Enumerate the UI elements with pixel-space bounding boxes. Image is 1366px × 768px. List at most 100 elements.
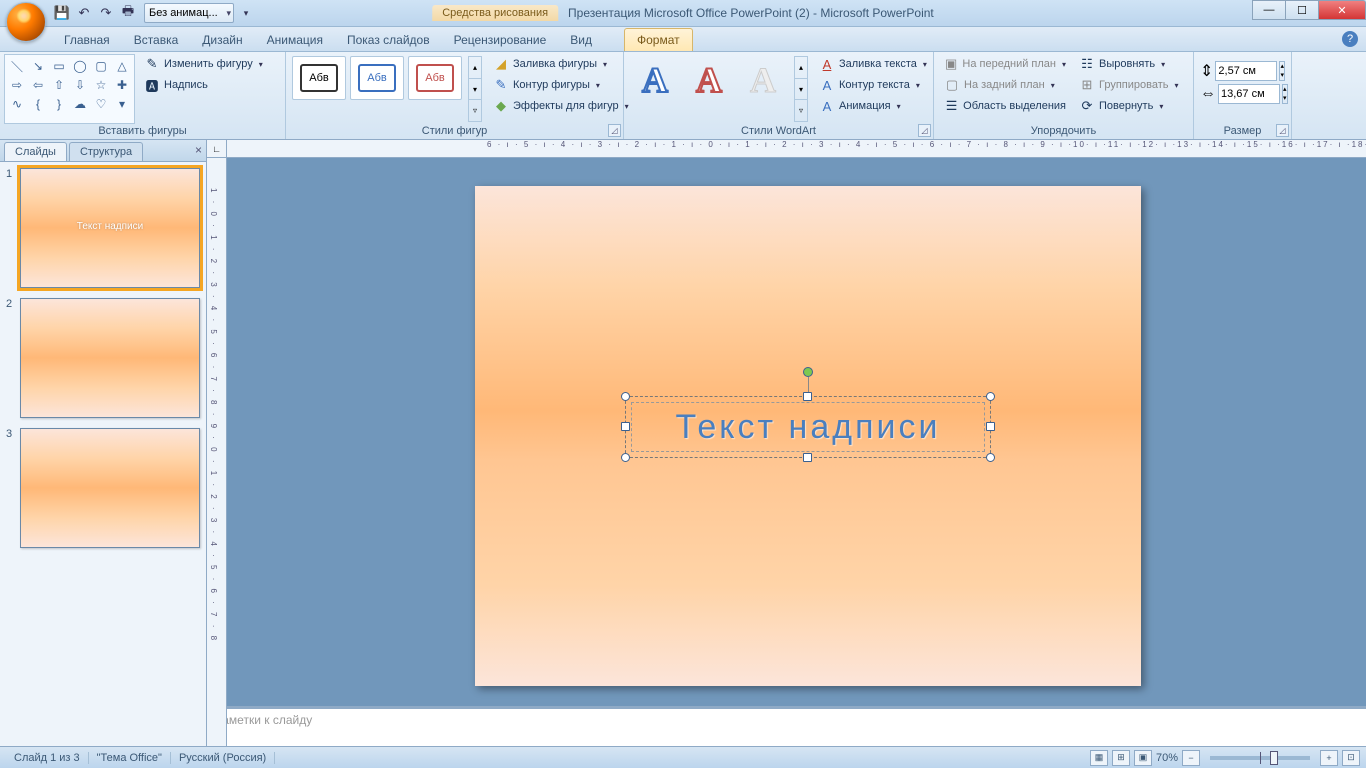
shape-ellipse-icon[interactable]: ◯ <box>70 57 90 75</box>
thumb-2[interactable] <box>20 298 200 418</box>
shape-triangle-icon[interactable]: △ <box>112 57 132 75</box>
tab-slideshow[interactable]: Показ слайдов <box>335 29 442 51</box>
shape-style-gallery[interactable]: Абв Абв Абв ▴▾▿ <box>290 54 484 124</box>
height-input[interactable] <box>1215 61 1277 81</box>
shape-line-icon[interactable]: ＼ <box>7 57 27 75</box>
normal-view-button[interactable]: ▦ <box>1090 750 1108 766</box>
shape-rounded-icon[interactable]: ▢ <box>91 57 111 75</box>
text-outline-button[interactable]: AКонтур текста <box>815 75 931 95</box>
shape-plus-icon[interactable]: ✚ <box>112 76 132 94</box>
zoom-slider[interactable] <box>1210 756 1310 760</box>
tab-home[interactable]: Главная <box>52 29 122 51</box>
selection-pane-button[interactable]: ☰Область выделения <box>940 96 1070 116</box>
handle-nw[interactable] <box>621 392 630 401</box>
shape-heart-icon[interactable]: ♡ <box>91 95 111 113</box>
shape-cloud-icon[interactable]: ☁ <box>70 95 90 113</box>
tab-slides-pane[interactable]: Слайды <box>4 142 67 161</box>
shape-style-3[interactable]: Абв <box>408 56 462 100</box>
group-button[interactable]: ⊞Группировать <box>1075 75 1183 95</box>
redo-icon[interactable]: ↷ <box>96 3 116 23</box>
print-icon[interactable]: 🖶 <box>118 3 138 23</box>
wordart-style-2[interactable]: А <box>684 56 734 104</box>
shape-style-spinner[interactable]: ▴▾▿ <box>468 56 482 122</box>
zoom-level[interactable]: 70% <box>1156 752 1178 764</box>
tab-insert[interactable]: Вставка <box>122 29 191 51</box>
align-button[interactable]: ☷Выровнять <box>1075 54 1183 74</box>
close-button[interactable]: ✕ <box>1318 0 1366 20</box>
shape-more-icon[interactable]: ▾ <box>112 95 132 113</box>
fit-window-button[interactable]: ⊡ <box>1342 750 1360 766</box>
shape-arrow5-icon[interactable]: ⇩ <box>70 76 90 94</box>
slide-counter[interactable]: Слайд 1 из 3 <box>6 752 89 764</box>
text-animation-button[interactable]: AАнимация <box>815 96 931 116</box>
shape-rect-icon[interactable]: ▭ <box>49 57 69 75</box>
edit-shape-button[interactable]: ✎Изменить фигуру <box>140 54 267 74</box>
shape-arrow3-icon[interactable]: ⇦ <box>28 76 48 94</box>
pane-close-icon[interactable]: × <box>195 143 202 157</box>
save-icon[interactable]: 💾 <box>52 3 72 23</box>
ruler-vertical[interactable]: 1 · 0 · 1 · 2 · 3 · 4 · 5 · 6 · 7 · 8 · … <box>207 158 227 746</box>
zoom-slider-thumb[interactable] <box>1270 751 1278 765</box>
thumb-1[interactable]: Текст надписи <box>20 168 200 288</box>
minimize-button[interactable]: — <box>1252 0 1286 20</box>
zoom-in-button[interactable]: + <box>1320 750 1338 766</box>
shape-star-icon[interactable]: ☆ <box>91 76 111 94</box>
thumb-item-3[interactable]: 3 <box>6 428 200 548</box>
rotate-handle[interactable] <box>803 367 813 377</box>
tab-design[interactable]: Дизайн <box>190 29 254 51</box>
wordart-style-1[interactable]: А <box>630 56 680 104</box>
slide-canvas[interactable]: Текст надписи <box>475 186 1141 686</box>
wordart-spinner[interactable]: ▴▾▿ <box>794 56 808 122</box>
slide-area[interactable]: Текст надписи <box>227 158 1366 706</box>
handle-n[interactable] <box>803 392 812 401</box>
send-back-button[interactable]: ▢На задний план <box>940 75 1070 95</box>
undo-icon[interactable]: ↶ <box>74 3 94 23</box>
thumb-item-2[interactable]: 2 <box>6 298 200 418</box>
shape-brace-icon[interactable]: { <box>28 95 48 113</box>
height-spinner[interactable]: ▴▾ <box>1279 61 1285 81</box>
help-icon[interactable]: ? <box>1342 31 1358 47</box>
bring-front-button[interactable]: ▣На передний план <box>940 54 1070 74</box>
selected-textbox[interactable]: Текст надписи <box>625 396 991 458</box>
ruler-horizontal[interactable]: 6 · ı · 5 · ı · 4 · ı · 3 · ı · 2 · ı · … <box>227 140 1366 158</box>
zoom-out-button[interactable]: − <box>1182 750 1200 766</box>
handle-s[interactable] <box>803 453 812 462</box>
handle-w[interactable] <box>621 422 630 431</box>
office-button[interactable] <box>6 2 46 42</box>
wordart-launcher[interactable]: ◿ <box>918 124 931 137</box>
tab-animation[interactable]: Анимация <box>255 29 335 51</box>
shapes-gallery[interactable]: ＼ ↘ ▭ ◯ ▢ △ ⇨ ⇦ ⇧ ⇩ ☆ ✚ ∿ { } ☁ ♡ ▾ <box>4 54 135 124</box>
rotate-button[interactable]: ⟳Повернуть <box>1075 96 1183 116</box>
ruler-corner[interactable]: ∟ <box>207 140 227 158</box>
handle-sw[interactable] <box>621 453 630 462</box>
text-fill-button[interactable]: AЗаливка текста <box>815 54 931 74</box>
shape-outline-button[interactable]: ✎Контур фигуры <box>489 75 633 95</box>
notes-pane[interactable]: Заметки к слайду <box>207 706 1366 746</box>
wordart-gallery[interactable]: А А А ▴▾▿ <box>628 54 810 124</box>
tab-outline-pane[interactable]: Структура <box>69 142 143 161</box>
shape-arrow4-icon[interactable]: ⇧ <box>49 76 69 94</box>
shape-curve-icon[interactable]: ∿ <box>7 95 27 113</box>
tab-review[interactable]: Рецензирование <box>442 29 559 51</box>
language-indicator[interactable]: Русский (Россия) <box>171 752 275 764</box>
shape-style-1[interactable]: Абв <box>292 56 346 100</box>
slideshow-view-button[interactable]: ▣ <box>1134 750 1152 766</box>
shape-style-2[interactable]: Абв <box>350 56 404 100</box>
sorter-view-button[interactable]: ⊞ <box>1112 750 1130 766</box>
textbox-button[interactable]: 🅰Надпись <box>140 75 267 95</box>
shape-brace2-icon[interactable]: } <box>49 95 69 113</box>
theme-name[interactable]: "Тема Office" <box>89 752 171 764</box>
handle-e[interactable] <box>986 422 995 431</box>
handle-se[interactable] <box>986 453 995 462</box>
shape-styles-launcher[interactable]: ◿ <box>608 124 621 137</box>
shape-arrow2-icon[interactable]: ⇨ <box>7 76 27 94</box>
wordart-style-3[interactable]: А <box>738 56 788 104</box>
width-input[interactable] <box>1218 84 1280 104</box>
thumb-item-1[interactable]: 1 Текст надписи <box>6 168 200 288</box>
shape-fill-button[interactable]: ◢Заливка фигуры <box>489 54 633 74</box>
shape-arrow-icon[interactable]: ↘ <box>28 57 48 75</box>
qat-customize-icon[interactable]: ▾ <box>236 3 256 23</box>
tab-view[interactable]: Вид <box>558 29 604 51</box>
thumb-3[interactable] <box>20 428 200 548</box>
shape-effects-button[interactable]: ◆Эффекты для фигур <box>489 96 633 116</box>
